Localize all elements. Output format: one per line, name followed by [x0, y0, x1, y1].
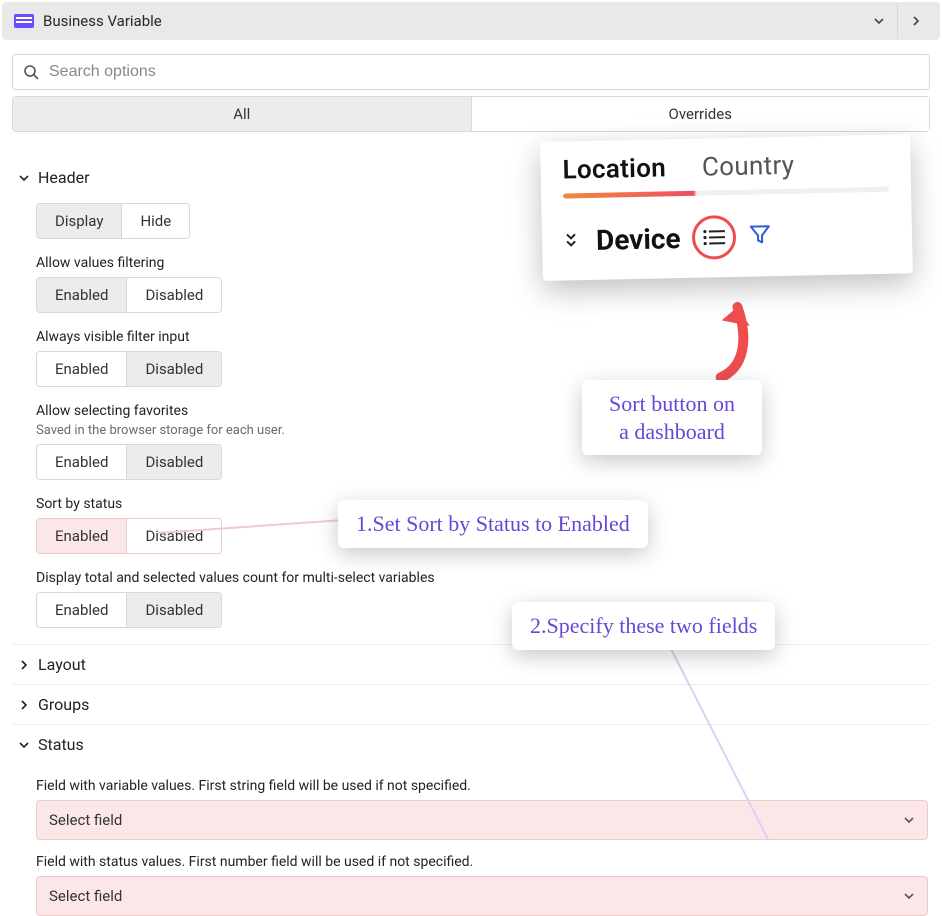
total-count-enabled[interactable]: Enabled [37, 593, 126, 627]
always-visible-disabled[interactable]: Disabled [126, 352, 221, 386]
favorites-toggle: Enabled Disabled [36, 444, 222, 480]
preview-tab-location: Location [562, 153, 666, 193]
search-input[interactable] [47, 62, 919, 82]
favorites-help: Saved in the browser storage for each us… [36, 423, 930, 438]
select-placeholder: Select field [49, 887, 903, 905]
status-status-values-label: Field with status values. First number f… [36, 854, 930, 870]
chevron-down-icon [903, 890, 915, 902]
favorites-disabled[interactable]: Disabled [126, 445, 221, 479]
always-visible-toggle: Enabled Disabled [36, 351, 222, 387]
section-groups[interactable]: Groups [12, 684, 930, 724]
annotation-callout-sort: Sort button on a dashboard [582, 380, 762, 455]
favorites-label: Allow selecting favorites [36, 403, 930, 419]
allow-filtering-enabled[interactable]: Enabled [37, 278, 126, 312]
sort-icon-highlight [692, 215, 737, 260]
status-status-values-select[interactable]: Select field [36, 876, 928, 916]
chevron-down-icon [903, 814, 915, 826]
allow-filtering-disabled[interactable]: Disabled [126, 278, 221, 312]
sort-status-enabled[interactable]: Enabled [37, 519, 126, 553]
section-header-title: Header [38, 168, 90, 187]
panel-type-icon [13, 13, 35, 29]
chevron-right-icon [14, 699, 34, 711]
hide-button[interactable]: Hide [121, 204, 189, 238]
always-visible-enabled[interactable]: Enabled [37, 352, 126, 386]
allow-filtering-toggle: Enabled Disabled [36, 277, 222, 313]
always-visible-label: Always visible filter input [36, 329, 930, 345]
sort-list-icon [701, 227, 727, 248]
annotation-arrow [699, 291, 781, 386]
section-groups-title: Groups [38, 695, 89, 714]
favorites-enabled[interactable]: Enabled [37, 445, 126, 479]
total-count-label: Display total and selected values count … [36, 570, 930, 586]
panel-titlebar: Business Variable [2, 2, 940, 40]
collapse-button[interactable] [861, 3, 897, 39]
filter-icon [748, 220, 773, 253]
search-input-wrapper[interactable] [12, 54, 930, 90]
chevron-down-icon [14, 739, 34, 751]
display-button[interactable]: Display [37, 204, 121, 238]
status-var-values-label: Field with variable values. First string… [36, 778, 930, 794]
tab-overrides[interactable]: Overrides [472, 96, 931, 132]
chevron-down-icon [14, 172, 34, 184]
annotation-callout-step1: 1.Set Sort by Status to Enabled [338, 500, 648, 548]
search-icon [23, 64, 39, 80]
section-status-title: Status [38, 735, 84, 754]
sort-status-disabled[interactable]: Disabled [126, 519, 221, 553]
preview-tab-country: Country [702, 151, 795, 191]
sort-status-toggle: Enabled Disabled [36, 518, 222, 554]
double-chevron-icon [564, 231, 578, 249]
total-count-toggle: Enabled Disabled [36, 592, 222, 628]
section-layout[interactable]: Layout [12, 644, 930, 684]
status-var-values-select[interactable]: Select field [36, 800, 928, 840]
total-count-disabled[interactable]: Disabled [126, 593, 221, 627]
section-layout-title: Layout [38, 655, 86, 674]
header-display-toggle: Display Hide [36, 203, 190, 239]
options-tabs: All Overrides [12, 96, 930, 132]
section-status[interactable]: Status [12, 724, 930, 764]
annotation-callout-step2: 2.Specify these two fields [512, 602, 775, 650]
preview-device-label: Device [596, 222, 681, 257]
tab-all[interactable]: All [12, 96, 472, 132]
select-placeholder: Select field [49, 811, 903, 829]
next-button[interactable] [897, 3, 933, 39]
panel-title: Business Variable [43, 12, 162, 30]
chevron-right-icon [14, 659, 34, 671]
annotation-dashboard-preview: Location Country Device [540, 134, 913, 281]
